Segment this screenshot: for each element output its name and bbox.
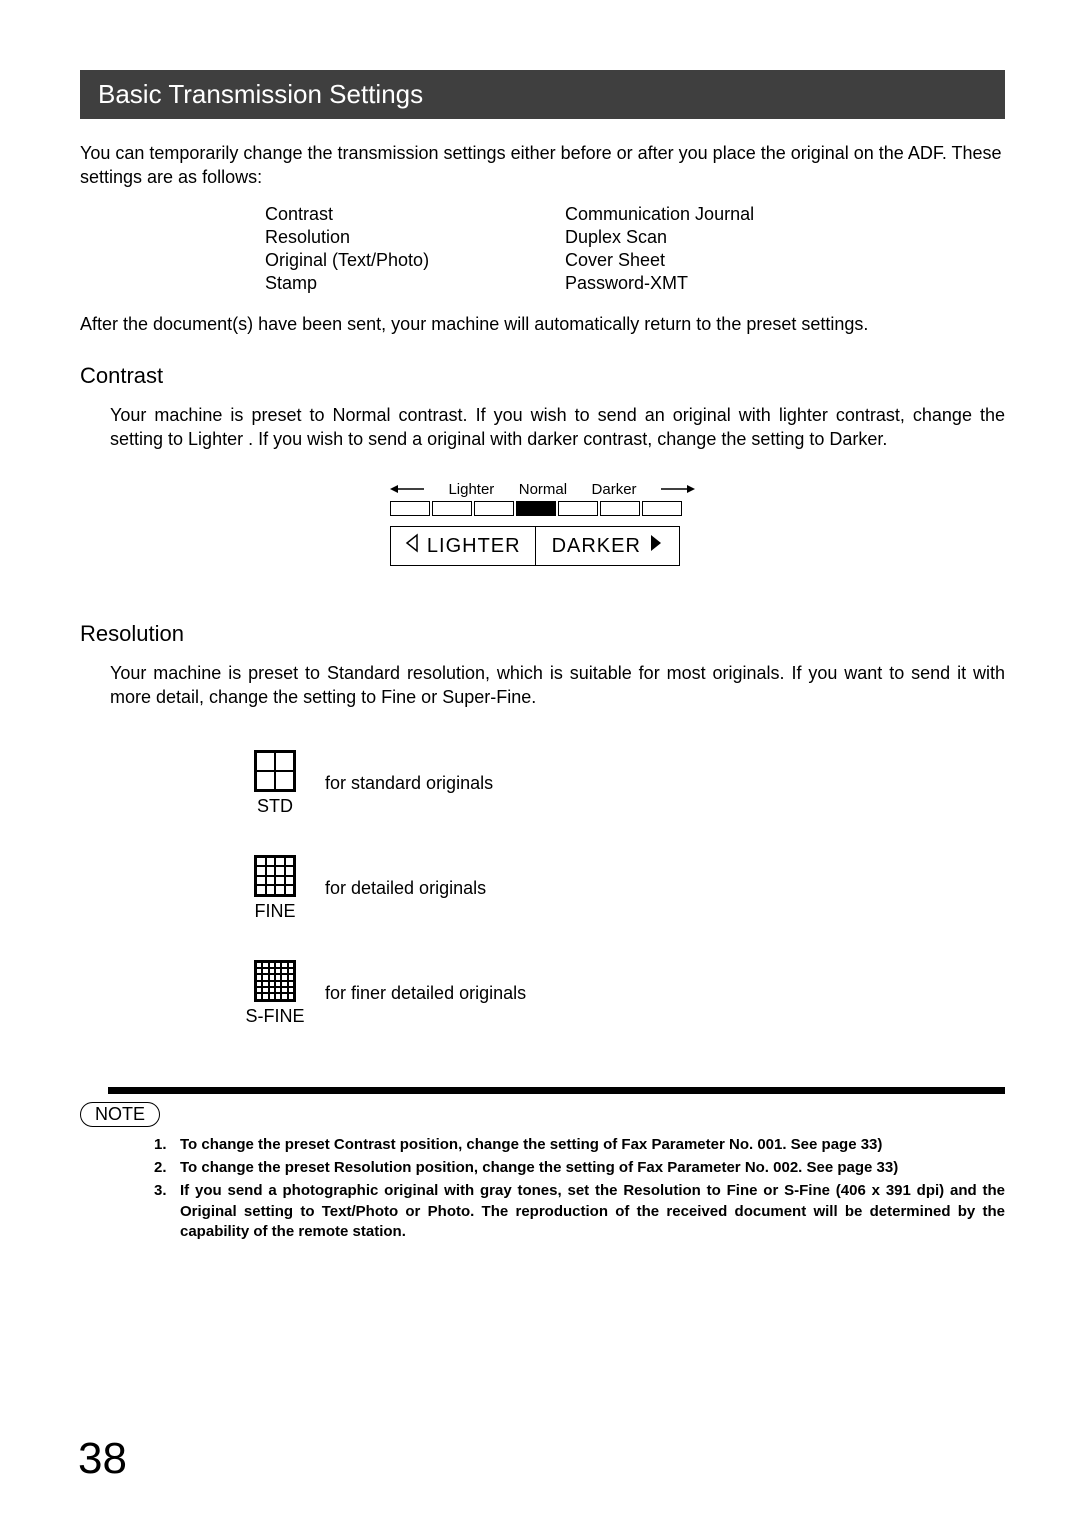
setting-item: Original (Text/Photo)	[265, 250, 565, 271]
resolution-items: STD for standard originals FINE for deta…	[245, 750, 1005, 1027]
note-rule	[108, 1087, 1005, 1094]
fine-desc: for detailed originals	[325, 878, 486, 899]
page-number: 38	[78, 1434, 127, 1484]
contrast-indicator	[390, 501, 695, 516]
setting-item: Contrast	[265, 204, 565, 225]
note-text: If you send a photographic original with…	[180, 1181, 1005, 1242]
setting-item: Communication Journal	[565, 204, 865, 225]
setting-item: Stamp	[265, 273, 565, 294]
label-darker: Darker	[592, 481, 637, 498]
note-badge: NOTE	[80, 1102, 160, 1127]
page-title: Basic Transmission Settings	[98, 79, 423, 109]
settings-column-2: Communication Journal Duplex Scan Cover …	[565, 204, 865, 296]
resolution-heading: Resolution	[80, 621, 1005, 647]
contrast-buttons: LIGHTER DARKER	[390, 526, 680, 566]
sfine-label: S-FINE	[245, 1006, 305, 1027]
after-paragraph: After the document(s) have been sent, yo…	[80, 314, 1005, 335]
fine-grid-icon	[254, 855, 296, 897]
label-lighter: Lighter	[448, 481, 494, 498]
settings-list: Contrast Resolution Original (Text/Photo…	[265, 204, 1005, 296]
note-number: 1.	[154, 1135, 180, 1155]
resolution-std: STD for standard originals	[245, 750, 1005, 817]
arrow-right-icon	[661, 481, 695, 498]
setting-item: Cover Sheet	[565, 250, 865, 271]
note-text: To change the preset Contrast position, …	[180, 1135, 1005, 1155]
fine-label: FINE	[245, 901, 305, 922]
note-text: To change the preset Resolution position…	[180, 1158, 1005, 1178]
note-list: 1.To change the preset Contrast position…	[154, 1135, 1005, 1242]
lighter-button[interactable]: LIGHTER	[391, 527, 536, 565]
triangle-left-icon	[405, 533, 419, 559]
contrast-current-icon	[516, 501, 556, 516]
sfine-grid-icon	[254, 960, 296, 1002]
darker-button[interactable]: DARKER	[536, 527, 680, 565]
arrow-left-icon	[390, 481, 424, 498]
contrast-diagram: Lighter Normal Darker LIGHTER DARKER	[390, 481, 695, 566]
setting-item: Duplex Scan	[565, 227, 865, 248]
sfine-desc: for finer detailed originals	[325, 983, 526, 1004]
std-grid-icon	[254, 750, 296, 792]
setting-item: Password-XMT	[565, 273, 865, 294]
darker-button-label: DARKER	[552, 535, 641, 558]
note-number: 3.	[154, 1181, 180, 1242]
settings-column-1: Contrast Resolution Original (Text/Photo…	[265, 204, 565, 296]
contrast-heading: Contrast	[80, 363, 1005, 389]
resolution-fine: FINE for detailed originals	[245, 855, 1005, 922]
note-number: 2.	[154, 1158, 180, 1178]
std-label: STD	[245, 796, 305, 817]
page-title-bar: Basic Transmission Settings	[80, 70, 1005, 119]
std-desc: for standard originals	[325, 773, 493, 794]
resolution-body: Your machine is preset to Standard resol…	[110, 661, 1005, 710]
label-normal: Normal	[519, 481, 567, 498]
setting-item: Resolution	[265, 227, 565, 248]
lighter-button-label: LIGHTER	[427, 535, 521, 558]
resolution-sfine: S-FINE for finer detailed originals	[245, 960, 1005, 1027]
triangle-right-icon	[649, 533, 663, 559]
contrast-body: Your machine is preset to Normal contras…	[110, 403, 1005, 452]
intro-paragraph: You can temporarily change the transmiss…	[80, 141, 1005, 190]
